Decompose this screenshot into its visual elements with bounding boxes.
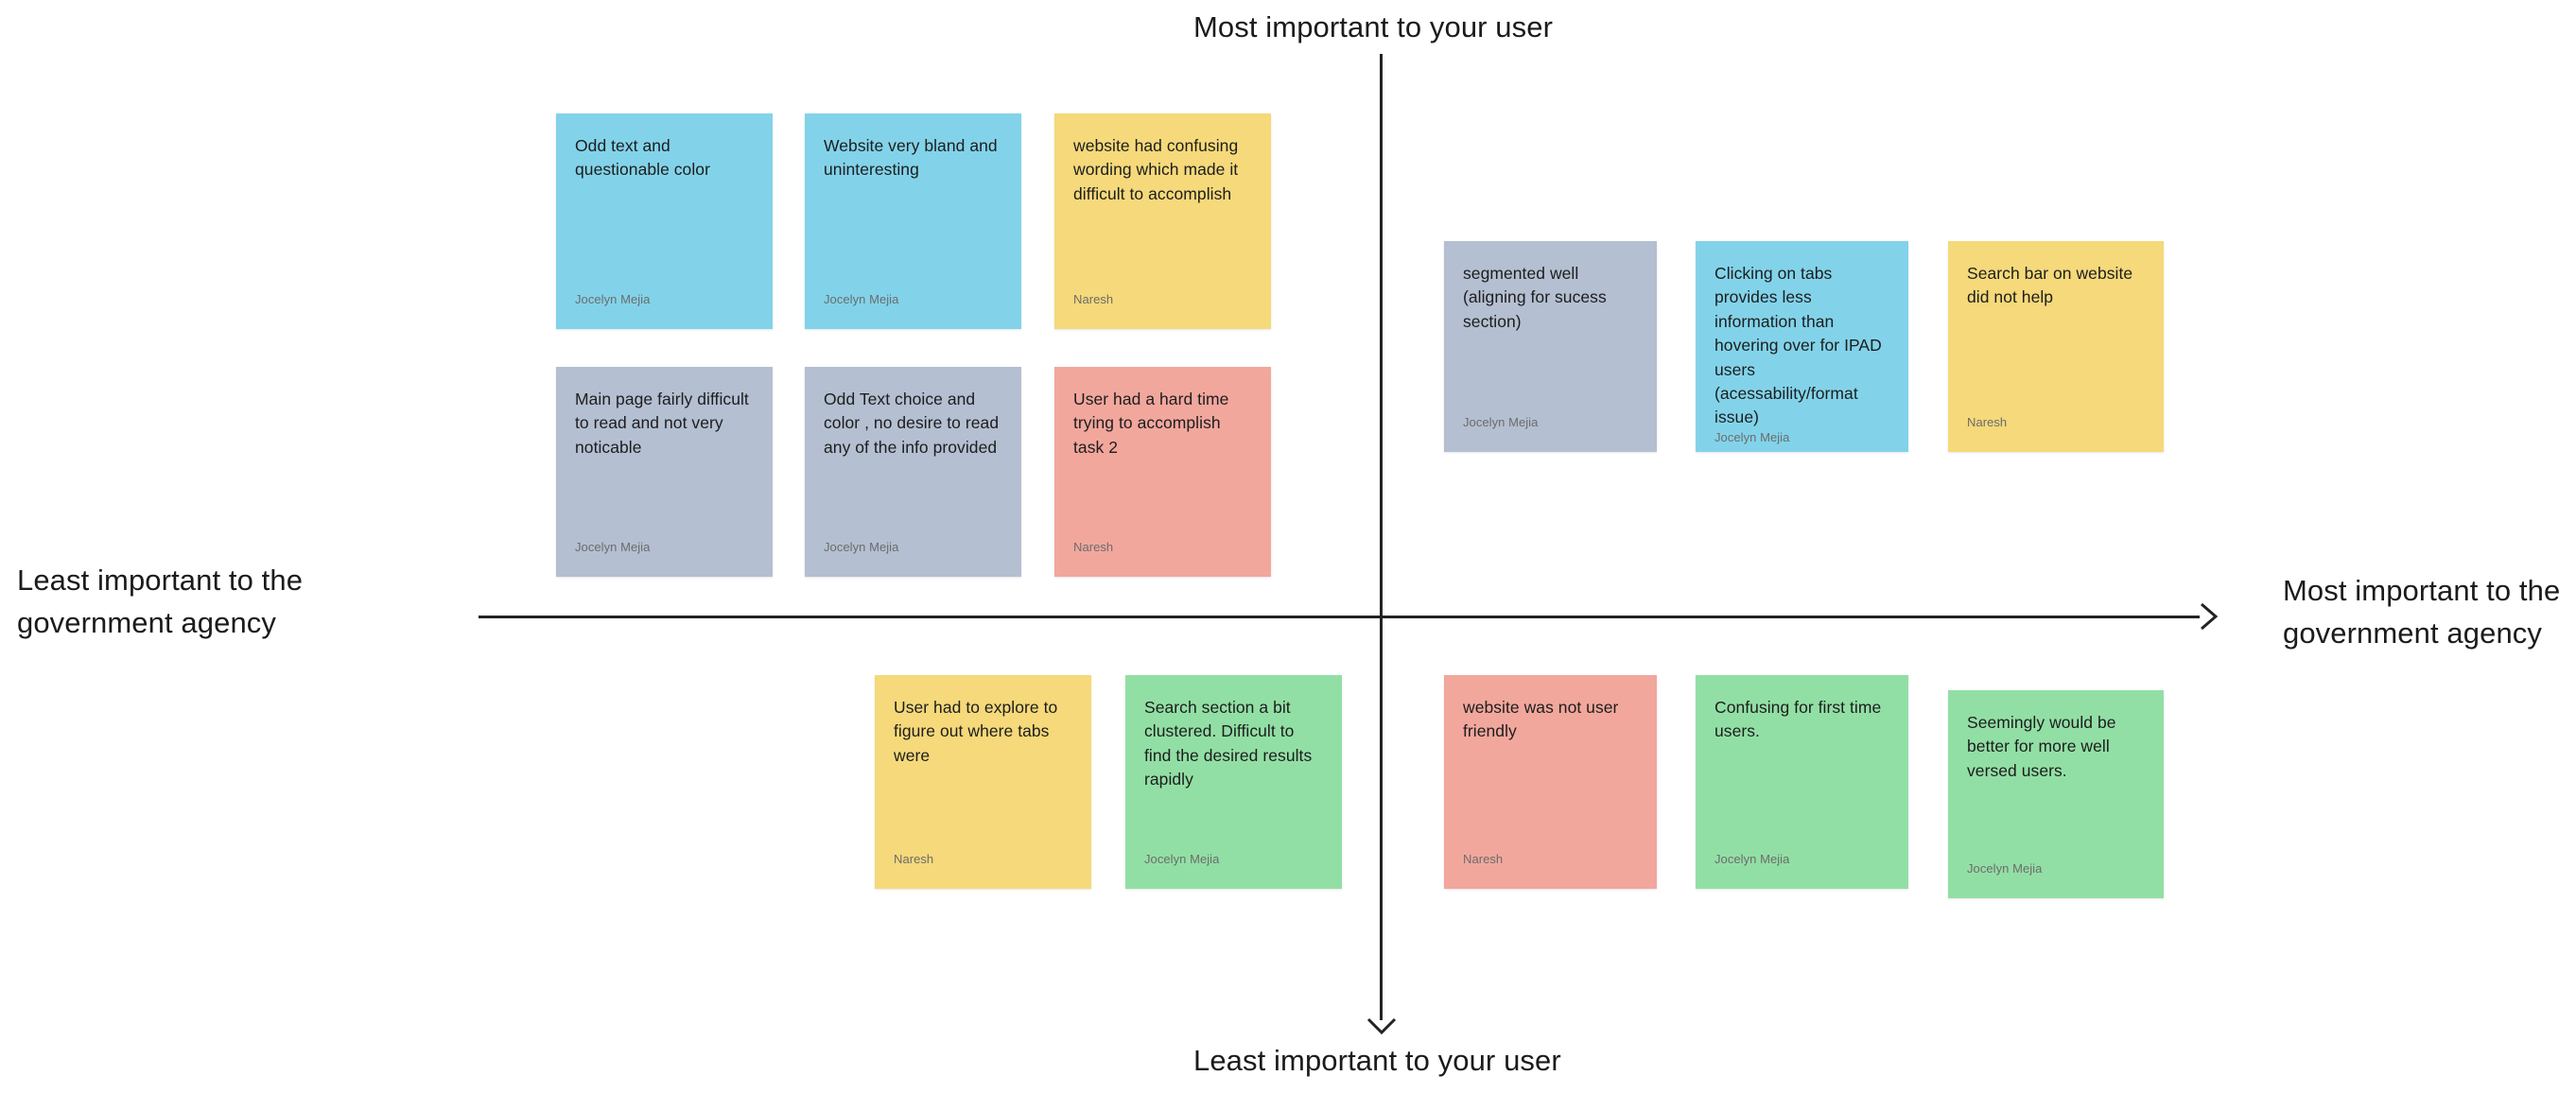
sticky-note[interactable]: Seemingly would be better for more well … <box>1948 690 2164 898</box>
sticky-note-author: Jocelyn Mejia <box>1463 415 1539 430</box>
sticky-note-text: Main page fairly difficult to read and n… <box>575 390 749 457</box>
sticky-note-author: Naresh <box>1967 415 2008 430</box>
sticky-note-text: segmented well (aligning for sucess sect… <box>1463 264 1607 331</box>
axis-label-bottom: Least important to your user <box>1193 1044 1561 1077</box>
sticky-note-text: Search section a bit clustered. Difficul… <box>1144 698 1313 789</box>
sticky-note[interactable]: Confusing for first time users. Jocelyn M… <box>1696 675 1908 889</box>
sticky-note[interactable]: User had to explore to figure out where … <box>875 675 1091 889</box>
priority-matrix-board: Most important to your user Least import… <box>0 0 2576 1093</box>
sticky-note-author: Jocelyn Mejia <box>1144 852 1220 867</box>
sticky-note-author: Naresh <box>894 852 934 867</box>
sticky-note-text: Confusing for first time users. <box>1714 698 1882 741</box>
sticky-note-text: Clicking on tabs provides less informati… <box>1714 264 1882 427</box>
sticky-note-text: User had a hard time trying to accomplis… <box>1073 390 1229 457</box>
axis-label-top: Most important to your user <box>1193 10 1554 43</box>
sticky-note[interactable]: Odd text and questionable color Jocelyn M… <box>556 113 773 329</box>
sticky-note[interactable]: Main page fairly difficult to read and n… <box>556 367 773 577</box>
axis-label-right: Most important to the government agency <box>2283 574 2561 650</box>
sticky-note-text: Seemingly would be better for more well … <box>1967 713 2116 780</box>
sticky-note[interactable]: website had confusing wording which made… <box>1054 113 1271 329</box>
sticky-note-author: Jocelyn Mejia <box>575 292 651 307</box>
sticky-note-text: Odd text and questionable color <box>575 136 710 180</box>
sticky-note-author: Naresh <box>1073 292 1114 307</box>
sticky-note-author: Jocelyn Mejia <box>824 540 899 555</box>
sticky-note-author: Jocelyn Mejia <box>575 540 651 555</box>
sticky-note[interactable]: website was not user friendly Naresh <box>1444 675 1657 889</box>
horizontal-axis-arrow-icon <box>2190 598 2228 635</box>
sticky-note[interactable]: Search section a bit clustered. Difficul… <box>1125 675 1342 889</box>
sticky-note[interactable]: User had a hard time trying to accomplis… <box>1054 367 1271 577</box>
axis-label-left: Least important to the government agency <box>17 564 304 639</box>
sticky-note-text: Website very bland and uninteresting <box>824 136 998 180</box>
sticky-note-text: Odd Text choice and color , no desire to… <box>824 390 1000 457</box>
sticky-note-text: Search bar on website did not help <box>1967 264 2133 307</box>
sticky-note-text: website had confusing wording which made… <box>1073 136 1239 203</box>
sticky-note-author: Naresh <box>1073 540 1114 555</box>
sticky-note-author: Jocelyn Mejia <box>824 292 899 307</box>
sticky-note[interactable]: Search bar on website did not help Naresh <box>1948 241 2164 452</box>
sticky-note-author: Jocelyn Mejia <box>1714 429 1790 444</box>
sticky-note-author: Jocelyn Mejia <box>1714 852 1790 867</box>
vertical-axis-line <box>1380 54 1383 1020</box>
sticky-note[interactable]: Odd Text choice and color , no desire to… <box>805 367 1021 577</box>
sticky-note[interactable]: Clicking on tabs provides less informati… <box>1696 241 1908 452</box>
horizontal-axis-line <box>479 616 2200 618</box>
sticky-note-author: Naresh <box>1463 852 1504 867</box>
sticky-note-text: User had to explore to figure out where … <box>894 698 1058 765</box>
sticky-note-text: website was not user friendly <box>1463 698 1619 741</box>
sticky-note[interactable]: segmented well (aligning for sucess sect… <box>1444 241 1657 452</box>
sticky-note[interactable]: Website very bland and uninteresting Joce… <box>805 113 1021 329</box>
sticky-note-author: Jocelyn Mejia <box>1967 861 2043 876</box>
vertical-axis-arrow-icon <box>1363 989 1401 1038</box>
